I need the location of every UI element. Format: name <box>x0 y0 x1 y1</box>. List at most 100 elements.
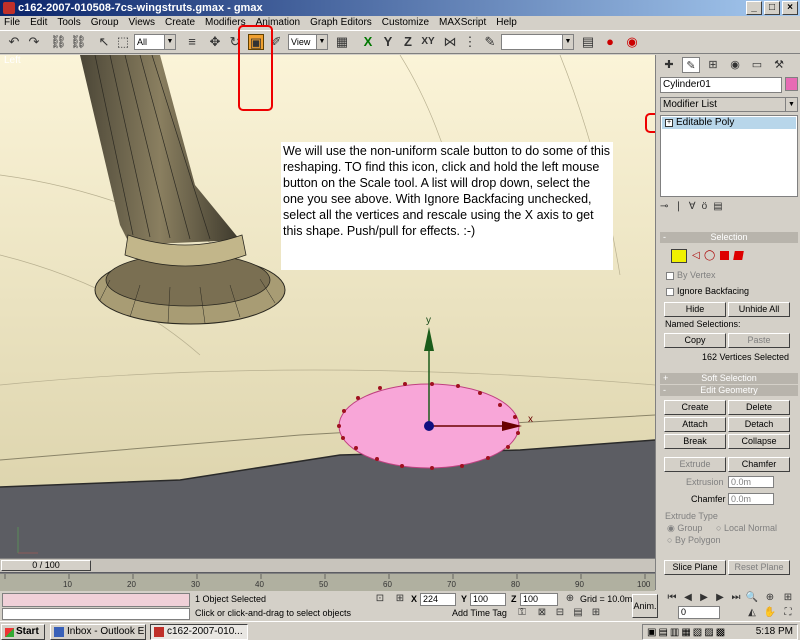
chamfer-spinner[interactable]: 0.0m <box>728 493 774 505</box>
soft-selection-rollout-header[interactable]: + Soft Selection <box>660 373 798 384</box>
delete-button[interactable]: Delete <box>728 400 790 415</box>
edit-geometry-rollout-header[interactable]: - Edit Geometry <box>660 385 798 396</box>
ignore-backfacing-checkbox[interactable] <box>666 288 674 296</box>
fov-icon[interactable]: ◭ <box>744 605 760 621</box>
prev-frame-icon[interactable]: ◀ <box>680 590 696 606</box>
material-editor-icon[interactable]: ▤ <box>580 34 596 50</box>
start-button[interactable]: Start <box>1 624 45 640</box>
move-icon[interactable]: ✥ <box>207 34 223 50</box>
menu-edit[interactable]: Edit <box>30 16 47 30</box>
menu-graph-editors[interactable]: Graph Editors <box>310 16 372 30</box>
object-name-field[interactable]: Cylinder01 <box>660 77 782 93</box>
axis-z-button[interactable]: Z <box>400 34 416 50</box>
time-tag-icon[interactable]: ⚿ <box>514 605 530 621</box>
create-tab-icon[interactable]: ✚ <box>660 57 678 73</box>
edge-mode-icon[interactable]: ◁ <box>692 250 700 261</box>
maxscript-listener-field[interactable] <box>2 593 190 607</box>
menu-file[interactable]: File <box>4 16 20 30</box>
stack-item-editable-poly[interactable]: + Editable Poly <box>662 117 796 129</box>
time-slider[interactable]: 0 / 100 <box>0 558 655 572</box>
modifier-list-dropdown[interactable]: Modifier List ▼ <box>660 97 798 112</box>
snap-icon[interactable]: ✎ <box>482 34 498 50</box>
next-frame-icon[interactable]: ▶ <box>712 590 728 606</box>
menu-create[interactable]: Create <box>165 16 195 30</box>
time-slider-thumb[interactable]: 0 / 100 <box>1 560 91 571</box>
collapse-button[interactable]: Collapse <box>728 434 790 449</box>
motion-tab-icon[interactable]: ◉ <box>726 57 744 73</box>
named-selection-dropdown[interactable]: ▼ <box>501 34 574 50</box>
track-bar[interactable]: 10 20 30 40 50 60 70 80 90 100 <box>0 573 655 591</box>
unhide-all-button[interactable]: Unhide All <box>728 302 790 317</box>
paste-button[interactable]: Paste <box>728 333 790 348</box>
display-tab-icon[interactable]: ▭ <box>748 57 766 73</box>
hide-button[interactable]: Hide <box>664 302 726 317</box>
menu-maxscript[interactable]: MAXScript <box>439 16 486 30</box>
attach-button[interactable]: Attach <box>664 417 726 432</box>
remove-modifier-icon[interactable]: ö <box>702 201 708 215</box>
unlink-icon[interactable]: ⛓ <box>70 34 87 50</box>
extrude-button[interactable]: Extrude <box>664 457 726 472</box>
utilities-tab-icon[interactable]: ⚒ <box>770 57 788 73</box>
slice-plane-button[interactable]: Slice Plane <box>664 560 726 575</box>
pivot-center-icon[interactable]: ▦ <box>334 34 350 50</box>
taskbar-item-outlook[interactable]: Inbox - Outlook E... <box>50 624 146 640</box>
anim-button[interactable]: Anim. <box>632 594 658 618</box>
mirror-icon[interactable]: ⋈ <box>442 34 458 50</box>
undo-icon[interactable]: ↶ <box>6 34 22 50</box>
gmax-app-icon[interactable] <box>3 2 15 14</box>
detach-button[interactable]: Detach <box>728 417 790 432</box>
menu-tools[interactable]: Tools <box>57 16 80 30</box>
maximize-viewport-icon[interactable]: ⛶ <box>780 605 796 621</box>
absolute-mode-icon[interactable]: ⊞ <box>392 591 408 607</box>
minimize-button[interactable]: _ <box>746 1 762 15</box>
current-frame-field[interactable]: 0 <box>678 606 720 619</box>
select-arrow-icon[interactable]: ↖ <box>96 34 112 50</box>
local-normal-radio[interactable]: ○ Local Normal <box>716 523 777 534</box>
link-icon[interactable]: ⛓ <box>50 34 67 50</box>
array-icon[interactable]: ⋮ <box>462 34 478 50</box>
menu-group[interactable]: Group <box>91 16 119 30</box>
expand-icon[interactable]: + <box>665 119 673 127</box>
extrusion-spinner[interactable]: 0.0m <box>728 476 774 488</box>
render-icon[interactable]: ● <box>602 34 618 50</box>
axis-x-button[interactable]: X <box>360 34 376 50</box>
tray-icons[interactable]: ▣▤▥▦▧▨▩ <box>647 626 727 640</box>
zoom-extents-icon[interactable]: ⊞ <box>780 590 796 606</box>
maximize-button[interactable]: □ <box>764 1 780 15</box>
redo-icon[interactable]: ↷ <box>26 34 42 50</box>
x-coord-field[interactable]: 224 <box>420 593 456 606</box>
by-vertex-checkbox[interactable] <box>666 272 674 280</box>
add-time-tag-button[interactable]: Add Time Tag <box>452 607 507 620</box>
viewport-label[interactable]: Left <box>4 55 21 66</box>
hierarchy-tab-icon[interactable]: ⊞ <box>704 57 722 73</box>
selection-rollout-header[interactable]: - Selection <box>660 232 798 243</box>
axis-y-button[interactable]: Y <box>380 34 396 50</box>
close-button[interactable]: × <box>782 1 798 15</box>
zoom-all-icon[interactable]: ⊕ <box>762 590 778 606</box>
reference-coord-dropdown[interactable]: View ▼ <box>288 34 328 50</box>
configure-sets-icon[interactable]: ▤ <box>713 201 722 215</box>
region-select-icon[interactable]: ⬚ <box>115 34 131 50</box>
time-config-icon[interactable]: ⊠ <box>534 605 550 621</box>
menu-customize[interactable]: Customize <box>382 16 429 30</box>
group-radio[interactable]: ◉ Group <box>667 523 702 534</box>
left-viewport[interactable]: Left y x We will use the non-uniform sca… <box>0 55 655 575</box>
break-button[interactable]: Break <box>664 434 726 449</box>
auto-key-icon[interactable]: ⊞ <box>588 605 604 621</box>
axis-xy-button[interactable]: XY <box>418 34 438 50</box>
object-color-swatch[interactable] <box>785 77 798 91</box>
select-by-name-icon[interactable]: ≡ <box>184 34 200 50</box>
play-icon[interactable]: ▶ <box>696 590 712 606</box>
set-key-icon[interactable]: ▤ <box>570 605 586 621</box>
reset-plane-button[interactable]: Reset Plane <box>728 560 790 575</box>
element-mode-icon[interactable] <box>733 251 744 260</box>
pin-stack-icon[interactable]: ⊸ <box>660 201 668 215</box>
go-to-start-icon[interactable]: ⏮ <box>664 590 680 606</box>
copy-button[interactable]: Copy <box>664 333 726 348</box>
key-filter-icon[interactable]: ⊟ <box>552 605 568 621</box>
vertex-mode-icon[interactable] <box>671 249 687 263</box>
maxscript-input-field[interactable] <box>2 608 190 620</box>
go-to-end-icon[interactable]: ⏭ <box>728 590 744 606</box>
lock-selection-icon[interactable]: ⊡ <box>372 591 388 607</box>
show-end-result-icon[interactable]: ❘ <box>674 201 682 215</box>
